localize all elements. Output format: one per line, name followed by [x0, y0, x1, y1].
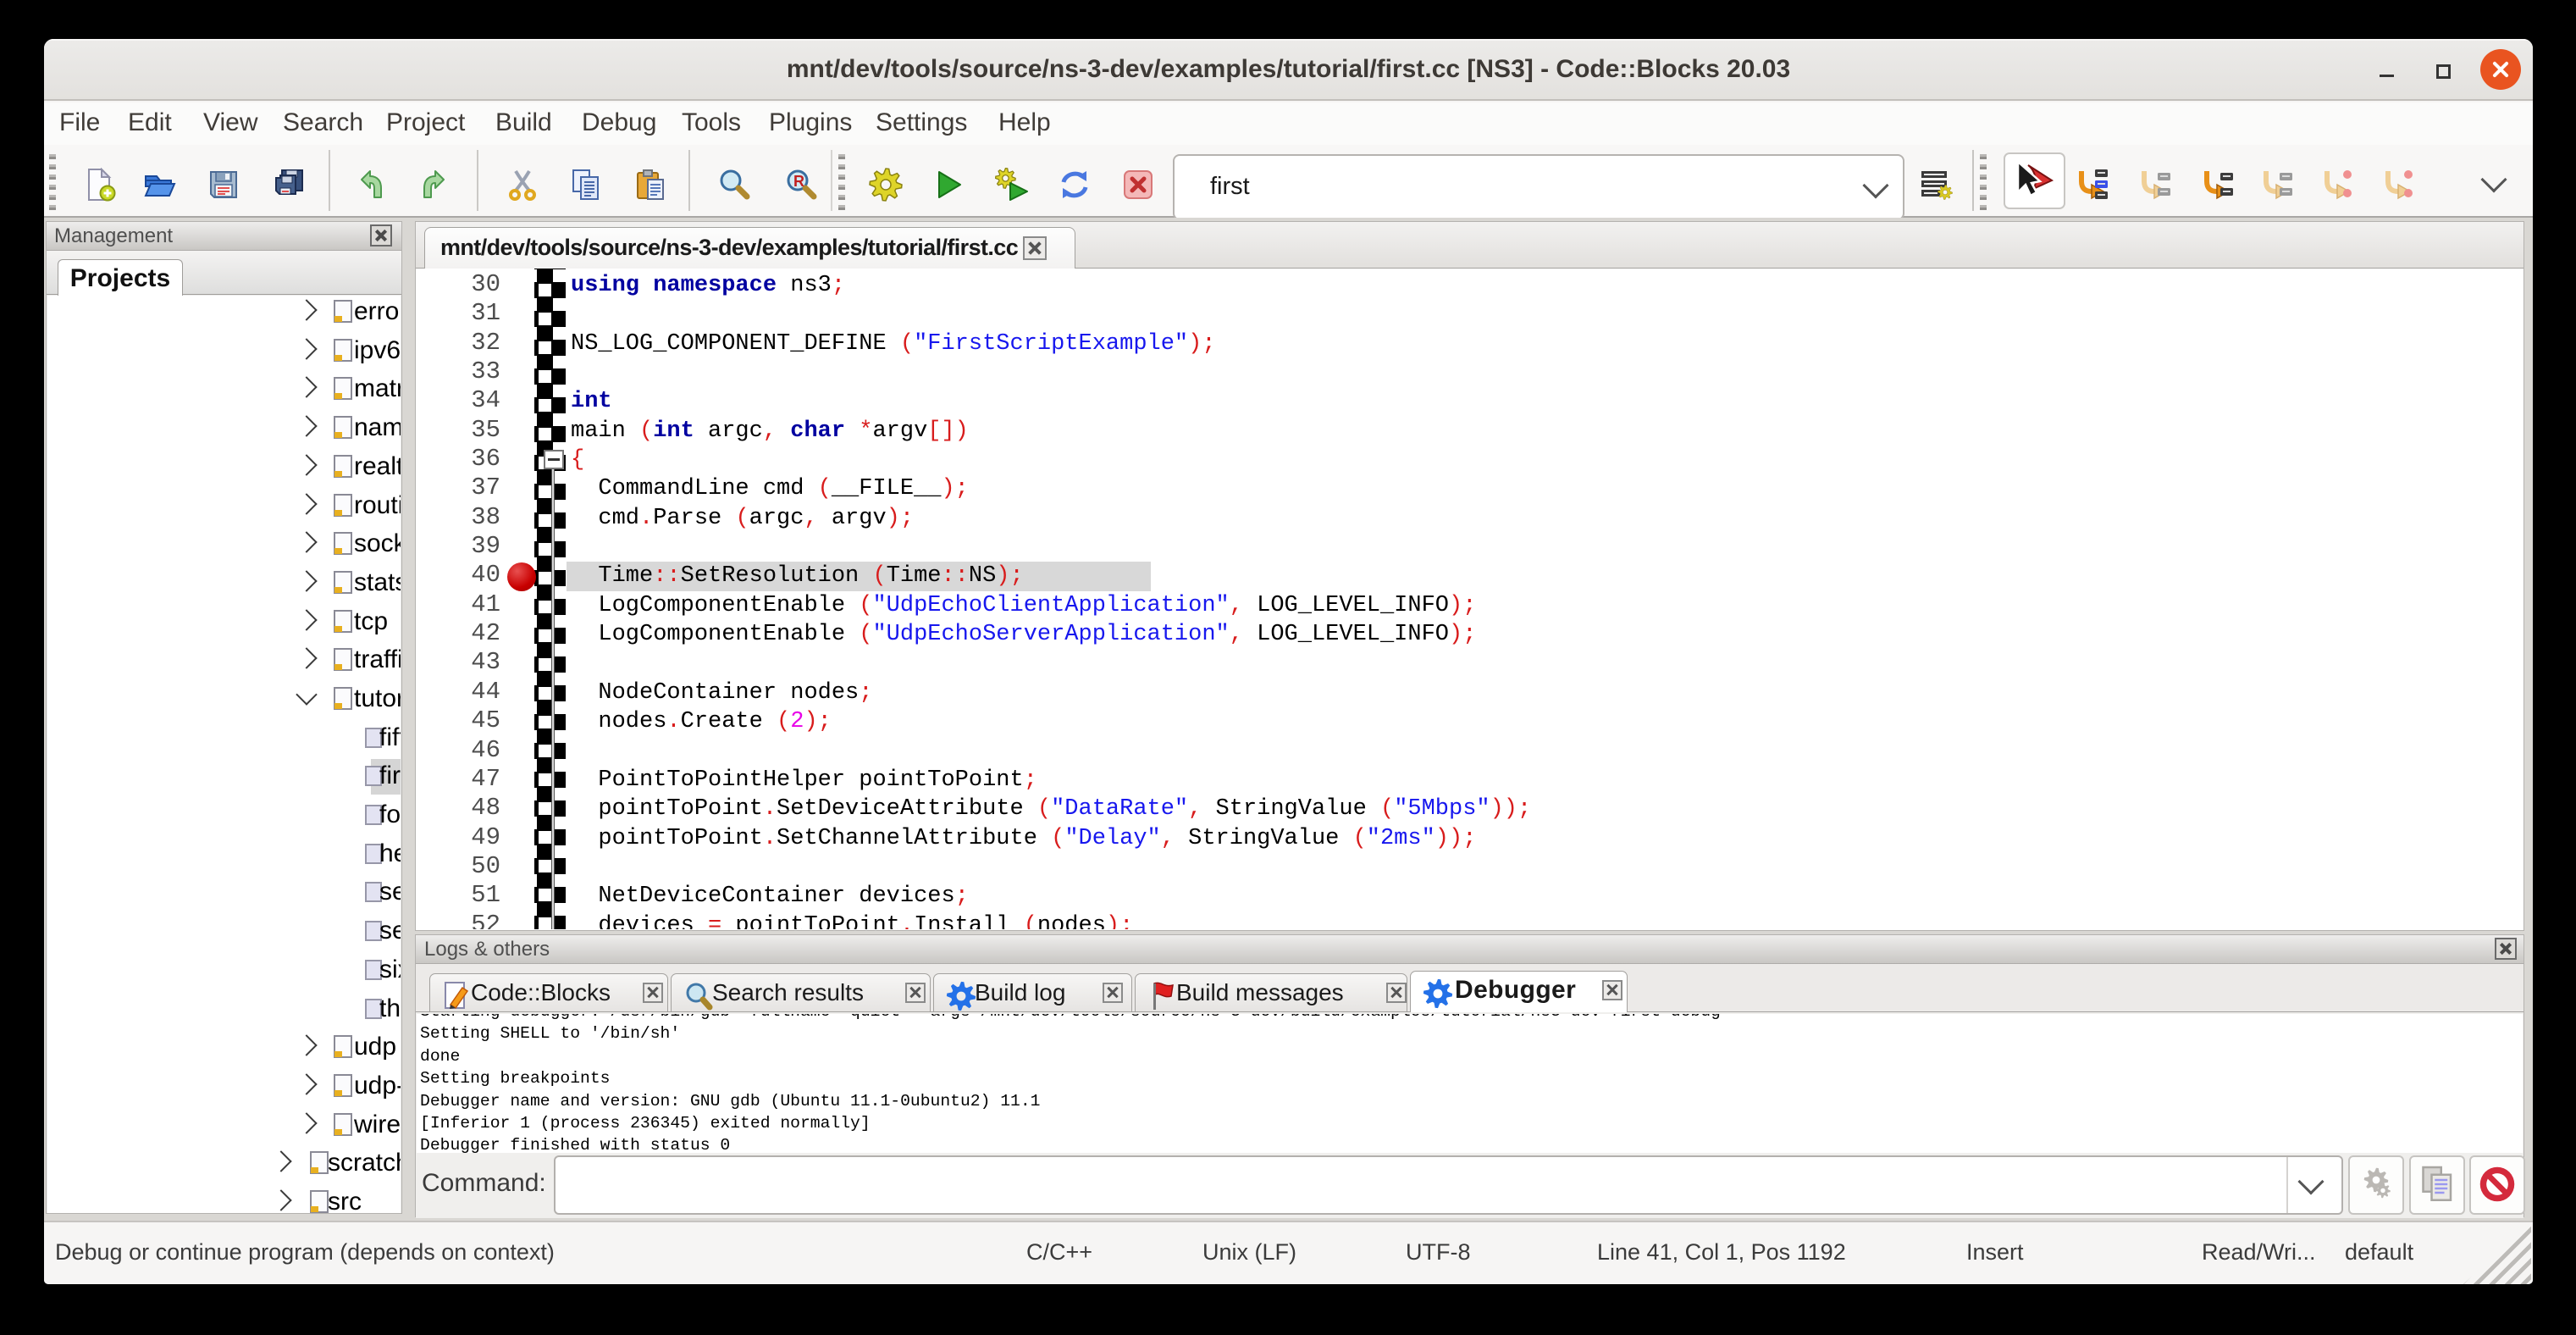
svg-text:R: R	[793, 173, 804, 190]
